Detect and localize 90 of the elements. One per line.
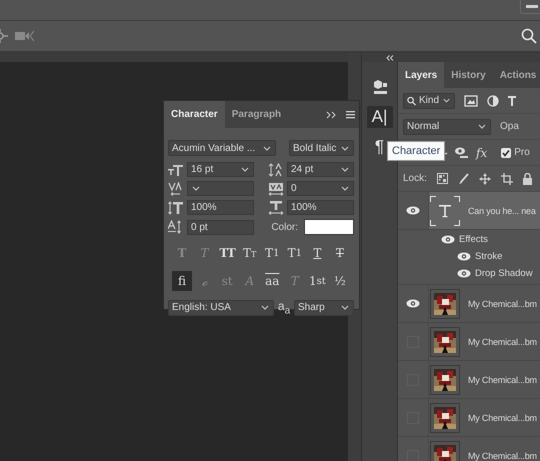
text-layer-thumbnail	[430, 196, 460, 226]
chevron-icon	[240, 165, 250, 174]
panel-tab[interactable]: History	[444, 62, 493, 88]
brush-icon[interactable]	[458, 172, 469, 184]
baseline-shift-icon	[168, 220, 184, 234]
type-style-button[interactable]: T	[307, 243, 328, 263]
type-style-button[interactable]: TT	[217, 243, 238, 263]
menu-icon[interactable]	[346, 110, 355, 119]
move-icon[interactable]	[478, 172, 491, 184]
layer-row[interactable]: My Chemical...bm	[398, 437, 540, 461]
tooltip: Character	[387, 141, 446, 161]
eye-icon[interactable]	[457, 252, 471, 261]
eye-icon[interactable]	[406, 206, 420, 215]
layer-row[interactable]: My Chemical...bm	[398, 323, 540, 361]
cube-icon	[372, 79, 388, 95]
chevron-icon	[260, 303, 270, 312]
chevron-icon	[340, 144, 350, 152]
layer-name: Can you he... nea	[468, 206, 536, 216]
chevron-icon	[262, 144, 272, 152]
kerning-icon	[168, 182, 184, 196]
layer-row[interactable]: My Chemical...bm	[398, 399, 540, 437]
font-style-dropdown[interactable]: Bold Italic	[289, 140, 354, 156]
anti-alias-label: a$_{a}$	[278, 299, 290, 316]
font-size-field[interactable]: 16 pt	[187, 162, 254, 177]
leading-icon	[268, 162, 284, 176]
search-icon[interactable]	[521, 28, 537, 44]
effect-name: Stroke	[475, 251, 502, 262]
panel-tab[interactable]: Layers	[398, 62, 444, 88]
panel-tab[interactable]: Character	[164, 101, 225, 128]
image-filter-icon[interactable]	[464, 94, 478, 106]
anti-alias-dropdown[interactable]: Sharp	[294, 300, 354, 316]
effect-name: Drop Shadow	[475, 268, 533, 279]
chevron-icon	[442, 96, 451, 105]
type-style-button[interactable]: Tt	[240, 243, 260, 263]
panel-tab[interactable]: Paragraph	[224, 101, 288, 128]
baseline-shift-field[interactable]: 0 pt	[187, 220, 254, 234]
tracking-field[interactable]: 0	[287, 181, 354, 196]
checkmark-icon	[502, 148, 510, 156]
color-swatch[interactable]	[304, 219, 354, 235]
minimize-icon	[526, 4, 538, 8]
propagate-label: Pro	[514, 147, 530, 158]
effects-label: Effects	[459, 234, 488, 245]
layer-name: My Chemical...bm	[468, 298, 537, 308]
layer-name: My Chemical...bm	[468, 412, 537, 422]
fx-link-label[interactable]: fx	[476, 146, 488, 160]
type-style-button[interactable]: fi	[172, 271, 192, 291]
filter-dropdown[interactable]: Kind	[403, 92, 455, 108]
layer-name: My Chemical...bm	[468, 374, 537, 384]
text-filter-icon[interactable]	[508, 94, 516, 106]
eye-icon[interactable]	[406, 299, 420, 308]
lock-label: Lock:	[403, 173, 427, 184]
adjustment-filter-icon[interactable]	[487, 94, 499, 106]
chevron-icon	[191, 184, 201, 193]
checkerboard-icon[interactable]	[436, 173, 448, 184]
transform-icon[interactable]	[0, 28, 9, 44]
vertical-scale-icon	[168, 200, 184, 214]
chevron-icon	[340, 303, 350, 312]
panel-tab[interactable]: Actions	[492, 62, 540, 88]
collapse-icon[interactable]	[386, 54, 394, 60]
type-style-button[interactable]: ½	[330, 271, 350, 291]
text-size-icon	[168, 162, 184, 176]
opacity-label: Opa	[500, 121, 519, 132]
layer-row[interactable]: My Chemical...bm	[398, 285, 540, 323]
horizontal-scale-icon	[268, 200, 284, 214]
search-icon	[407, 96, 416, 106]
vertical-scale-field[interactable]: 100%	[187, 200, 254, 215]
layer-row[interactable]: My Chemical...bm	[398, 361, 540, 399]
color-label: Color:	[271, 222, 298, 232]
eye-icon[interactable]	[441, 235, 455, 244]
kerning-field[interactable]	[187, 181, 254, 196]
eye-icon[interactable]	[457, 269, 471, 278]
lock-icon[interactable]	[522, 172, 532, 184]
font-family-dropdown[interactable]: Acumin Variable ...	[168, 140, 276, 156]
layer-name: My Chemical...bm	[468, 450, 537, 460]
minimize-button[interactable]	[520, 0, 540, 14]
collapse-icon[interactable]	[326, 110, 338, 118]
layer-name: My Chemical...bm	[468, 336, 537, 346]
type-style-button[interactable]: T	[330, 243, 350, 263]
language-dropdown[interactable]: English: USA	[168, 300, 274, 316]
eye-link-icon[interactable]	[454, 146, 470, 160]
propagate-checkbox[interactable]	[501, 148, 512, 158]
leading-field[interactable]: 24 pt	[287, 162, 354, 177]
horizontal-scale-field[interactable]: 100%	[287, 200, 354, 215]
tracking-icon	[268, 182, 284, 196]
type-style-button[interactable]: aa	[262, 271, 282, 291]
layer-row[interactable]: Can you he... nea	[398, 192, 540, 230]
chevron-icon	[477, 122, 487, 131]
artboard-icon[interactable]	[500, 172, 513, 184]
blend-mode-dropdown[interactable]: Normal	[403, 118, 491, 134]
panel-button[interactable]: A|	[366, 106, 392, 128]
